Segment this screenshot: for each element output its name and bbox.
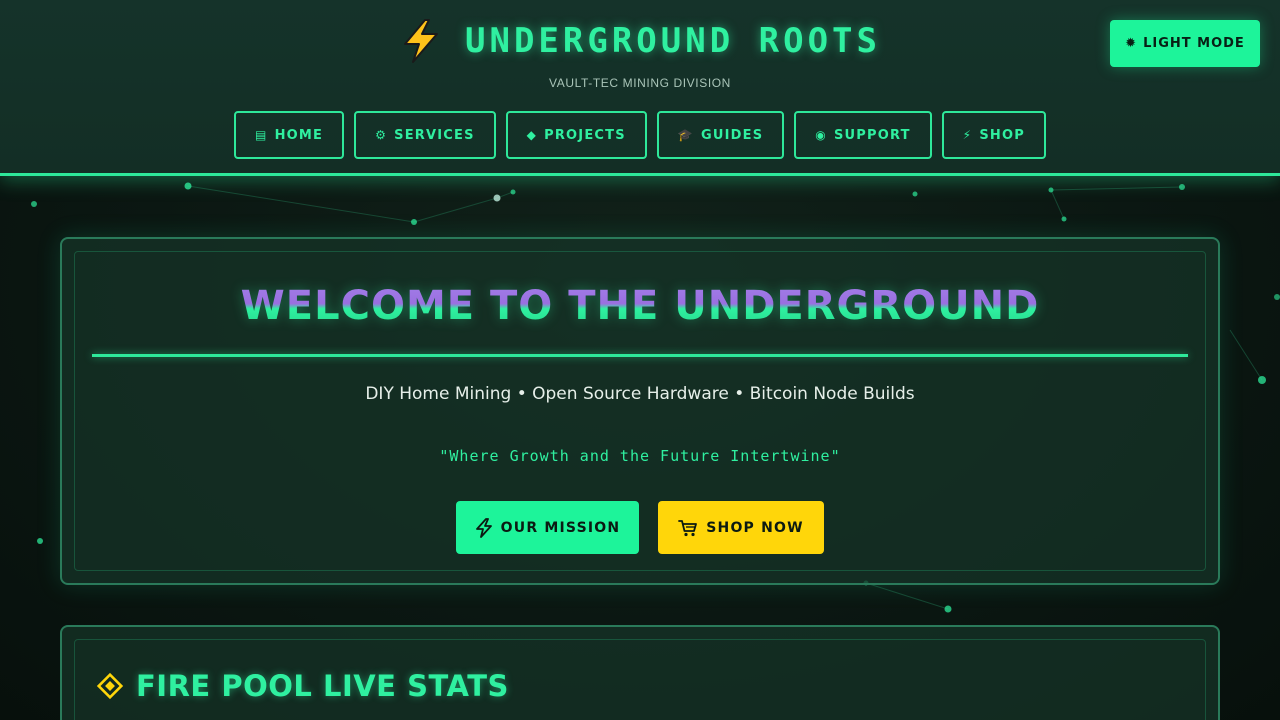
hero-actions: OUR MISSION SHOP NOW <box>62 501 1218 554</box>
nav-item-label: PROJECTS <box>544 127 626 143</box>
stats-heading: FIRE POOL LIVE STATS <box>96 669 509 703</box>
our-mission-button[interactable]: OUR MISSION <box>456 501 639 554</box>
nav-item-label: GUIDES <box>700 127 764 143</box>
nav-item-shop[interactable]: ⚡ SHOP <box>941 111 1046 159</box>
document-icon: ▤ <box>255 128 268 142</box>
gear-icon: ⚙ <box>375 128 388 142</box>
light-mode-button[interactable]: ✹ LIGHT MODE <box>1110 20 1260 67</box>
diamond-icon: ◆ <box>526 128 538 142</box>
our-mission-label: OUR MISSION <box>500 519 621 536</box>
hero-divider <box>92 354 1188 357</box>
diamond-icon <box>96 672 124 700</box>
hero-tagline: DIY Home Mining • Open Source Hardware •… <box>365 384 915 404</box>
hero-quote: "Where Growth and the Future Intertwine" <box>439 447 841 465</box>
brand[interactable]: UNDERGROUND ROOTS <box>0 18 1280 64</box>
nav-item-label: SHOP <box>979 127 1025 143</box>
graduation-cap-icon: 🎓 <box>677 128 694 142</box>
site-header: UNDERGROUND ROOTS VAULT-TEC MINING DIVIS… <box>0 0 1280 176</box>
nav-item-label: SERVICES <box>394 127 475 143</box>
shop-now-button[interactable]: SHOP NOW <box>658 501 824 554</box>
light-mode-label: LIGHT MODE <box>1143 36 1245 51</box>
nav-item-projects[interactable]: ◆ PROJECTS <box>505 111 647 159</box>
main-nav: ▤ HOME ⚙ SERVICES ◆ PROJECTS 🎓 GUIDES ◉ … <box>0 111 1280 159</box>
stats-title: FIRE POOL LIVE STATS <box>136 669 509 703</box>
lightning-icon: ⚡ <box>962 128 973 142</box>
nav-item-label: SUPPORT <box>833 127 911 143</box>
lightning-bolt-icon <box>404 19 438 63</box>
hero-panel: WELCOME TO THE UNDERGROUND DIY Home Mini… <box>60 237 1220 585</box>
nav-item-label: HOME <box>274 127 324 143</box>
hero-title: WELCOME TO THE UNDERGROUND <box>62 283 1218 329</box>
shop-now-label: SHOP NOW <box>706 519 804 536</box>
nav-item-guides[interactable]: 🎓 GUIDES <box>656 111 785 159</box>
site-title: UNDERGROUND ROOTS <box>465 21 881 61</box>
nav-item-services[interactable]: ⚙ SERVICES <box>354 111 496 159</box>
site-subtitle: VAULT-TEC MINING DIVISION <box>549 76 731 90</box>
lightning-icon <box>475 517 492 538</box>
support-icon: ◉ <box>815 128 827 142</box>
nav-item-home[interactable]: ▤ HOME <box>234 111 345 159</box>
sun-icon: ✹ <box>1125 36 1138 51</box>
fire-pool-stats-panel: FIRE POOL LIVE STATS <box>60 625 1220 720</box>
cart-icon <box>678 519 698 536</box>
nav-item-support[interactable]: ◉ SUPPORT <box>794 111 932 159</box>
